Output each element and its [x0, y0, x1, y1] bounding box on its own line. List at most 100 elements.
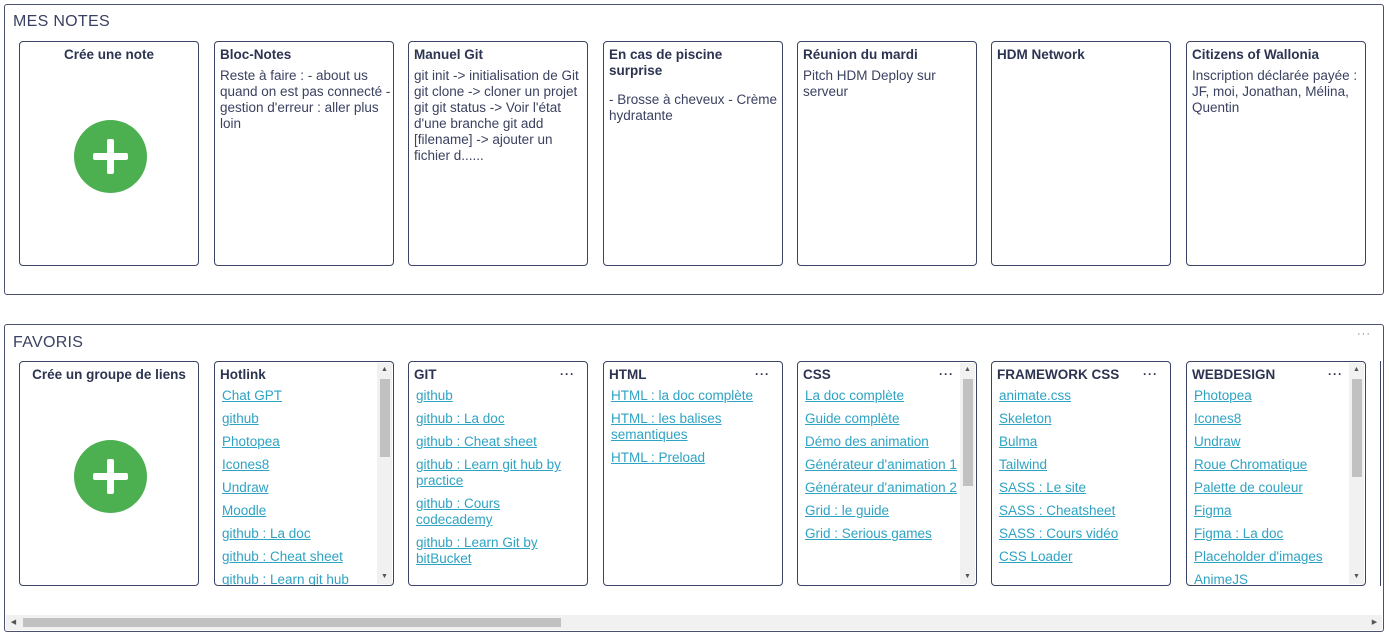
add-note-plus-icon[interactable] — [74, 120, 147, 193]
horizontal-scrollbar[interactable]: ◀ ▶ — [6, 615, 1382, 630]
note-body: Inscription déclarée payée : JF, moi, Jo… — [1192, 68, 1358, 115]
bookmark-link[interactable]: Icones8 — [1194, 411, 1351, 427]
bookmark-link[interactable]: CSS Loader — [999, 549, 1156, 565]
link-group-title: HTML — [609, 367, 647, 382]
bookmark-link[interactable]: github — [222, 411, 379, 427]
bookmark-link[interactable]: Grid : Serious games — [805, 526, 962, 542]
bookmark-link[interactable]: Générateur d'animation 2 — [805, 480, 962, 496]
scroll-up-icon[interactable]: ▲ — [1349, 363, 1364, 377]
bookmark-link[interactable]: animate.css — [999, 388, 1156, 404]
scroll-left-icon[interactable]: ◀ — [6, 615, 21, 630]
note-body: Reste à faire : - about us quand on est … — [220, 68, 391, 131]
group-more-icon[interactable]: ··· — [1143, 367, 1158, 381]
notes-section-title: MES NOTES — [13, 13, 110, 30]
vertical-scrollbar-thumb[interactable] — [380, 379, 390, 457]
bookmark-link[interactable]: La doc complète — [805, 388, 962, 404]
notes-section: MES NOTES Crée une note Bloc-Notes Reste… — [4, 4, 1384, 295]
link-list: Photopea Icones8 Undraw Roue Chromatique Pal… — [1194, 388, 1351, 585]
note-title: En cas de piscine surprise — [609, 47, 723, 78]
bookmark-link[interactable]: Skeleton — [999, 411, 1156, 427]
link-list: animate.css Skeleton Bulma Tailwind SASS : L… — [999, 388, 1156, 572]
scroll-down-icon[interactable]: ▼ — [377, 570, 392, 584]
bookmark-link[interactable]: Figma : La doc — [1194, 526, 1351, 542]
bookmark-link[interactable]: github : Learn git hub by practice — [416, 457, 573, 489]
note-card[interactable]: En cas de piscine surprise - Brosse à ch… — [603, 41, 783, 266]
note-body: Pitch HDM Deploy sur serveur — [803, 68, 936, 99]
scroll-down-icon[interactable]: ▼ — [960, 570, 975, 584]
link-group-card: CSS ··· La doc complète Guide complète Démo … — [797, 361, 977, 586]
scroll-up-icon[interactable]: ▲ — [960, 363, 975, 377]
vertical-scrollbar[interactable]: ▲ ▼ — [377, 363, 392, 584]
bookmark-link[interactable]: Guide complète — [805, 411, 962, 427]
bookmark-link[interactable]: github : Cheat sheet — [416, 434, 573, 450]
scroll-down-icon[interactable]: ▼ — [1349, 570, 1364, 584]
bookmark-link[interactable]: Photopea — [1194, 388, 1351, 404]
link-group-card-partial — [1380, 361, 1383, 586]
bookmark-link[interactable]: Figma — [1194, 503, 1351, 519]
bookmark-link[interactable]: Générateur d'animation 1 — [805, 457, 962, 473]
scroll-up-icon[interactable]: ▲ — [377, 363, 392, 377]
create-note-card[interactable]: Crée une note — [19, 41, 199, 266]
link-group-title: FRAMEWORK CSS — [997, 367, 1120, 382]
bookmark-link[interactable]: Undraw — [1194, 434, 1351, 450]
vertical-scrollbar-thumb[interactable] — [1352, 379, 1362, 477]
note-body: git init -> initialisation de Git git cl… — [414, 68, 579, 163]
bookmark-link[interactable]: github : Cheat sheet — [222, 549, 379, 565]
bookmark-link[interactable]: HTML : la doc complète — [611, 388, 768, 404]
bookmark-link[interactable]: SASS : Cours vidéo — [999, 526, 1156, 542]
note-title: Bloc-Notes — [220, 47, 292, 62]
link-group-card: WEBDESIGN ··· Photopea Icones8 Undraw Roue Ch… — [1186, 361, 1366, 586]
bookmark-link[interactable]: Undraw — [222, 480, 379, 496]
note-card[interactable]: HDM Network — [991, 41, 1171, 266]
bookmark-link[interactable]: Moodle — [222, 503, 379, 519]
bookmark-link[interactable]: github : Learn git hub — [222, 572, 379, 585]
link-group-title: Hotlink — [220, 367, 266, 382]
bookmark-link[interactable]: Placeholder d'images — [1194, 549, 1351, 565]
link-list: Chat GPT github Photopea Icones8 Undraw Moodl… — [222, 388, 379, 585]
favoris-more-icon[interactable]: ··· — [1357, 328, 1371, 340]
bookmark-link[interactable]: Palette de couleur — [1194, 480, 1351, 496]
bookmark-link[interactable]: Grid : le guide — [805, 503, 962, 519]
group-more-icon[interactable]: ··· — [1328, 367, 1343, 381]
bookmark-link[interactable]: HTML : Preload — [611, 450, 768, 466]
note-body: - Brosse à cheveux - Crème hydratante — [609, 92, 778, 123]
group-more-icon[interactable]: ··· — [939, 367, 954, 381]
vertical-scrollbar[interactable]: ▲ ▼ — [1349, 363, 1364, 584]
note-card[interactable]: Réunion du mardi Pitch HDM Deploy sur se… — [797, 41, 977, 266]
link-group-card: FRAMEWORK CSS ··· animate.css Skeleton Bulma… — [991, 361, 1171, 586]
scroll-right-icon[interactable]: ▶ — [1367, 615, 1382, 630]
bookmark-link[interactable]: Roue Chromatique — [1194, 457, 1351, 473]
bookmark-link[interactable]: github : Cours codecademy — [416, 496, 573, 528]
bookmark-link[interactable]: github : La doc — [416, 411, 573, 427]
bookmark-link[interactable]: Démo des animation — [805, 434, 962, 450]
group-more-icon[interactable]: ··· — [755, 367, 770, 381]
link-list: github github : La doc github : Cheat shee… — [416, 388, 573, 574]
horizontal-scrollbar-thumb[interactable] — [23, 618, 561, 627]
bookmark-link[interactable]: Chat GPT — [222, 388, 379, 404]
bookmark-link[interactable]: HTML : les balises semantiques — [611, 411, 768, 443]
bookmark-link[interactable]: Bulma — [999, 434, 1156, 450]
bookmark-link[interactable]: github : La doc — [222, 526, 379, 542]
note-title: Citizens of Wallonia — [1192, 47, 1320, 62]
create-link-group-label: Crée un groupe de liens — [32, 367, 186, 382]
bookmark-link[interactable]: github : Learn Git by bitBucket — [416, 535, 573, 567]
vertical-scrollbar-thumb[interactable] — [963, 379, 973, 486]
bookmark-link[interactable]: Icones8 — [222, 457, 379, 473]
bookmark-link[interactable]: Photopea — [222, 434, 379, 450]
note-card[interactable]: Bloc-Notes Reste à faire : - about us qu… — [214, 41, 394, 266]
bookmark-link[interactable]: Tailwind — [999, 457, 1156, 473]
bookmark-link[interactable]: SASS : Le site — [999, 480, 1156, 496]
vertical-scrollbar[interactable]: ▲ ▼ — [960, 363, 975, 584]
create-link-group-card[interactable]: Crée un groupe de liens — [19, 361, 199, 586]
group-more-icon[interactable]: ··· — [560, 367, 575, 381]
favoris-section: FAVORIS ··· Crée un groupe de liens Hotl… — [4, 324, 1384, 632]
add-link-group-plus-icon[interactable] — [74, 440, 147, 513]
favoris-section-title: FAVORIS — [13, 334, 84, 351]
bookmark-link[interactable]: AnimeJS — [1194, 572, 1351, 585]
note-card[interactable]: Manuel Git git init -> initialisation de… — [408, 41, 588, 266]
bookmark-link[interactable]: SASS : Cheatsheet — [999, 503, 1156, 519]
note-title: HDM Network — [997, 47, 1085, 62]
note-card[interactable]: Citizens of Wallonia Inscription déclaré… — [1186, 41, 1366, 266]
bookmark-link[interactable]: github — [416, 388, 573, 404]
link-list: La doc complète Guide complète Démo des an… — [805, 388, 962, 549]
